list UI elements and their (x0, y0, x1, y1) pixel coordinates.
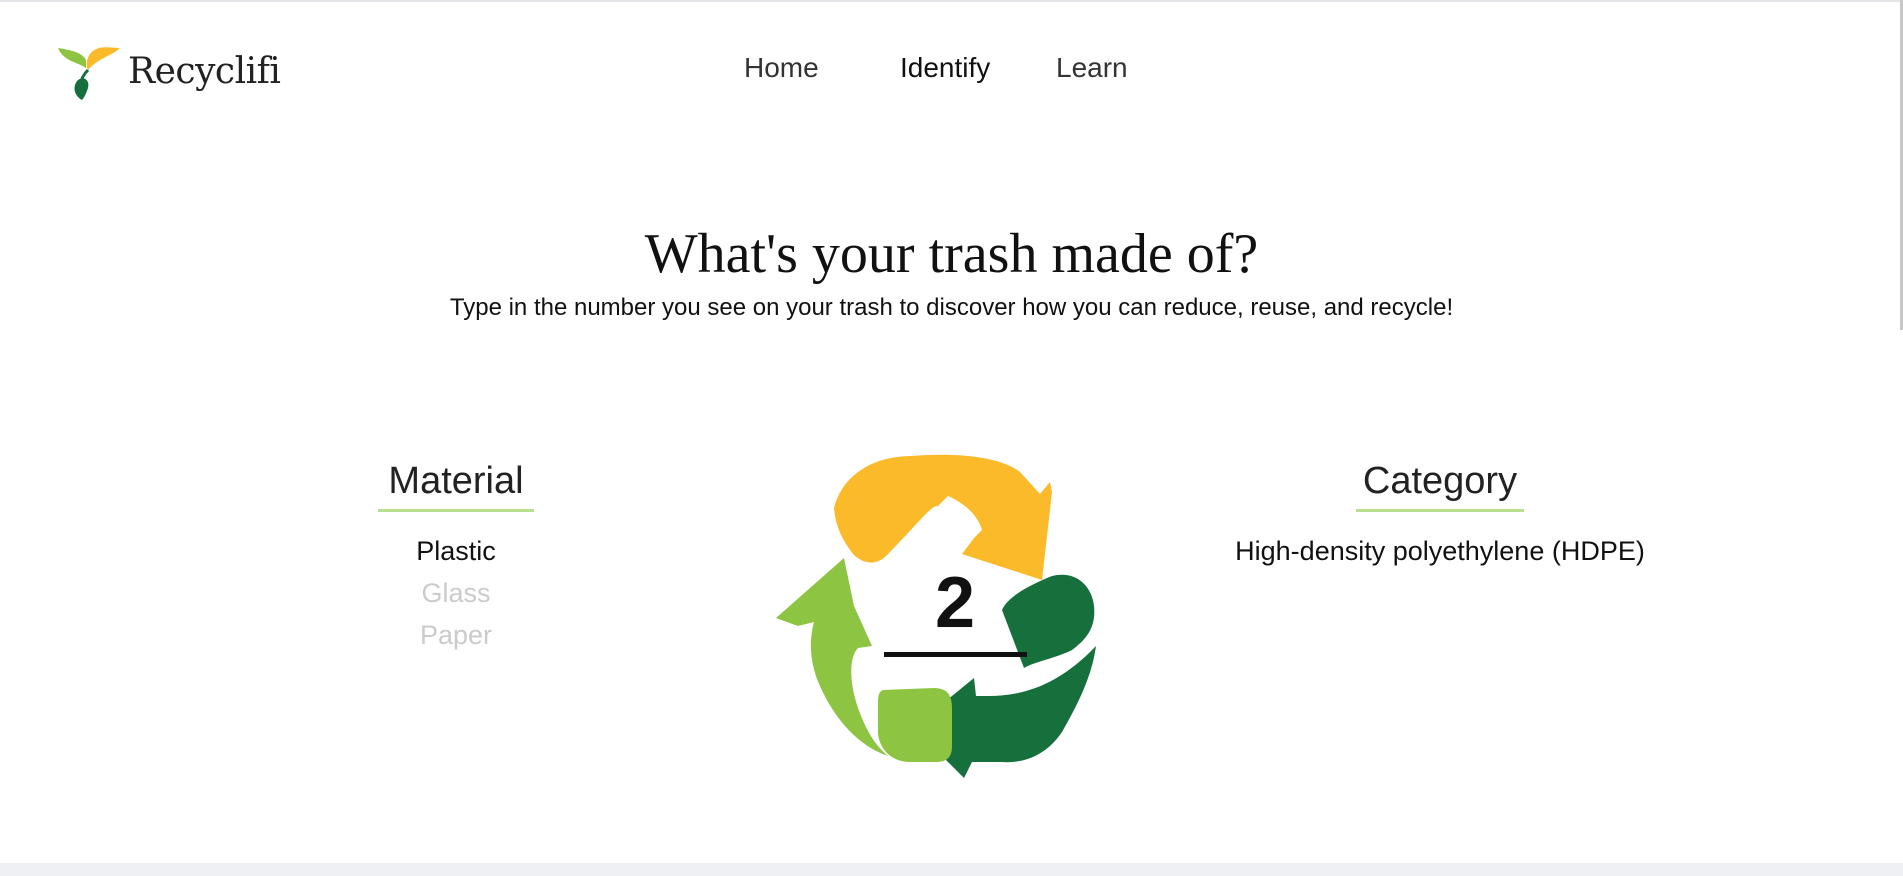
category-value: High-density polyethylene (HDPE) (1235, 536, 1645, 566)
logo[interactable]: Recyclifi (58, 40, 281, 102)
nav-learn[interactable]: Learn (1056, 52, 1128, 84)
material-option-plastic[interactable]: Plastic (376, 530, 536, 572)
nav-identify[interactable]: Identify (900, 52, 990, 84)
page-subtitle: Type in the number you see on your trash… (449, 294, 1454, 321)
material-option-paper[interactable]: Paper (376, 614, 536, 656)
sprout-leaf-icon (58, 47, 120, 100)
material-list: Plastic Glass Paper (376, 530, 536, 656)
page-title: What's your trash made of? (644, 223, 1259, 285)
bottom-band (0, 863, 1903, 876)
app-name: Recyclifi (128, 50, 281, 92)
nav-home[interactable]: Home (744, 52, 819, 84)
site-header: Recyclifi Home Identify Learn (0, 0, 1903, 140)
material-heading: Material (378, 460, 534, 512)
category-heading: Category (1356, 460, 1524, 512)
material-option-glass[interactable]: Glass (376, 572, 536, 614)
resin-code-input[interactable] (860, 562, 1050, 644)
resin-code-underline (884, 652, 1027, 657)
